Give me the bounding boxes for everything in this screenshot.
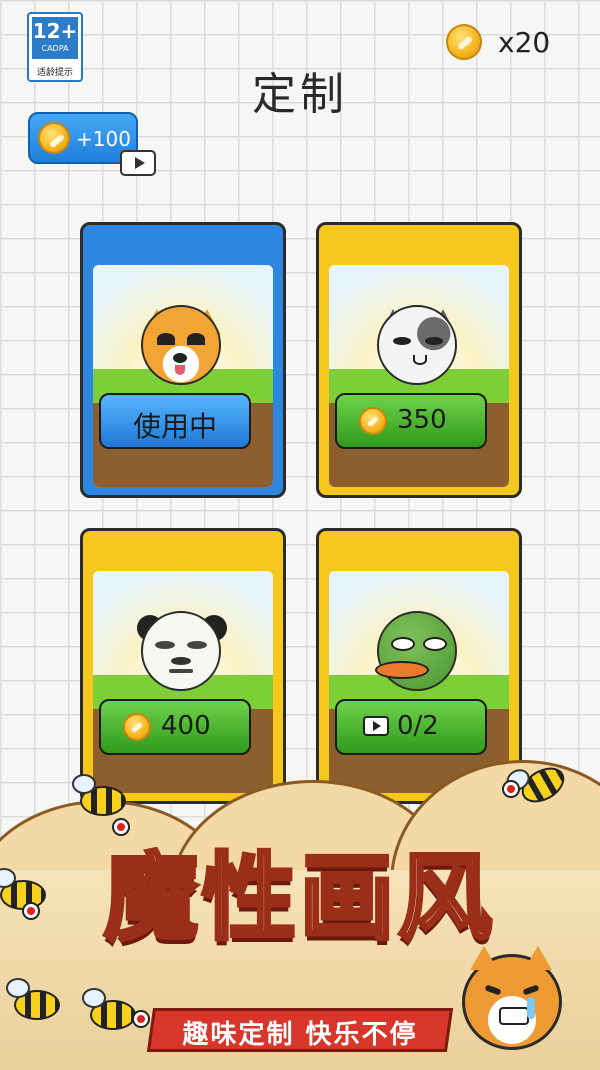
buy-panda-button[interactable]: 400: [99, 699, 251, 755]
bee-eye-icon: [22, 902, 40, 920]
bee-eye-icon: [132, 1010, 150, 1028]
skin-card-shiba[interactable]: 使用中: [80, 222, 286, 498]
age-rating-org: CADPA: [41, 44, 69, 53]
mascot-ear-icon: [524, 946, 552, 970]
video-ad-icon[interactable]: [120, 150, 156, 176]
buy-cat-button[interactable]: 350: [335, 393, 487, 449]
cat-face-icon: [377, 305, 457, 385]
ad-progress-label: 0/2: [397, 711, 439, 741]
bee-icon: [72, 774, 126, 816]
in-use-button[interactable]: 使用中: [99, 393, 251, 449]
frog-face-icon: [375, 611, 457, 691]
mascot-ear-icon: [470, 946, 498, 970]
price-label: 350: [397, 405, 447, 435]
reward-amount: +100: [76, 127, 131, 151]
price-label: 400: [161, 711, 211, 741]
card-scene: [329, 265, 509, 487]
bee-eye-icon: [502, 780, 520, 798]
coin-count: x20: [498, 26, 551, 59]
coin-icon: [446, 24, 482, 60]
coin-counter: x20: [446, 24, 576, 64]
shiba-face-icon: [141, 305, 221, 385]
button-label: 使用中: [132, 410, 217, 443]
banner-slogan: 魔性画风: [102, 842, 496, 955]
panda-face-icon: [141, 611, 221, 691]
coin-icon: [359, 407, 387, 435]
coin-icon: [123, 713, 151, 741]
bee-icon: [82, 988, 136, 1030]
card-scene: [93, 265, 273, 487]
watch-ads-unlock-button[interactable]: 0/2: [335, 699, 487, 755]
skin-card-cat[interactable]: 350: [316, 222, 522, 498]
video-ad-icon: [363, 716, 389, 736]
banner-subtitle: 趣味定制 快乐不停: [182, 1020, 418, 1050]
coin-icon: [38, 122, 70, 154]
bee-icon: [6, 978, 60, 1020]
